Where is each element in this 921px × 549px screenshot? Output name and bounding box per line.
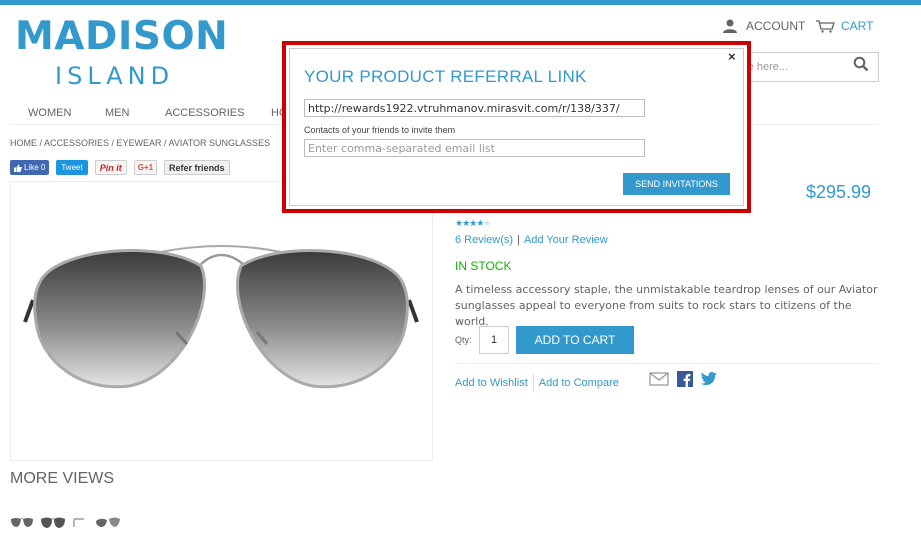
- links-separator: [532, 374, 534, 392]
- contacts-label: Contacts of your friends to invite them: [304, 125, 456, 135]
- top-accent-bar: [0, 0, 921, 5]
- cart-icon: [816, 20, 835, 33]
- facebook-like-label: Like 0: [24, 163, 46, 172]
- send-invitations-button[interactable]: SEND INVITATIONS: [623, 173, 730, 195]
- facebook-icon[interactable]: [677, 371, 693, 387]
- nav-item-women[interactable]: WOMEN: [28, 107, 71, 119]
- twitter-icon[interactable]: [701, 372, 717, 386]
- qty-input[interactable]: 1: [479, 326, 509, 354]
- twitter-tweet-button[interactable]: Tweet: [56, 160, 88, 175]
- logo-text[interactable]: MADISON: [15, 14, 228, 59]
- refer-friends-label: Refer friends: [169, 162, 225, 173]
- add-to-compare-link[interactable]: Add to Compare: [539, 377, 619, 389]
- google-plus-label: G+1: [137, 163, 154, 172]
- product-description: A timeless accessory staple, the unmista…: [455, 283, 878, 328]
- thumbs-up-icon: [14, 164, 22, 172]
- referral-link-modal: × YOUR PRODUCT REFERRAL LINK http://rewa…: [282, 41, 751, 213]
- more-views-heading: MORE VIEWS: [10, 470, 115, 487]
- cart-label: CART: [841, 19, 874, 33]
- breadcrumb[interactable]: HOME / ACCESSORIES / EYEWEAR / AVIATOR S…: [10, 138, 270, 148]
- referral-url-field[interactable]: http://rewards1922.vtruhmanov.mirasvit.c…: [304, 99, 645, 117]
- nav-item-accessories[interactable]: ACCESSORIES: [165, 107, 244, 119]
- thumbnail-2[interactable]: [40, 515, 66, 529]
- pinterest-label: Pin it: [99, 162, 122, 173]
- thumbnail-4[interactable]: [92, 515, 122, 529]
- nav-item-men[interactable]: MEN: [105, 107, 129, 119]
- add-review-link[interactable]: Add Your Review: [524, 234, 608, 246]
- close-icon[interactable]: ×: [728, 49, 736, 64]
- product-price: $295.99: [806, 182, 872, 202]
- add-to-cart-button[interactable]: ADD TO CART: [516, 326, 634, 354]
- modal-title: YOUR PRODUCT REFERRAL LINK: [304, 67, 587, 86]
- thumbnail-1[interactable]: [10, 515, 34, 529]
- social-buttons: Like 0 Tweet Pin it G+1 Refer friends: [10, 160, 230, 175]
- rating-stars-glyphs: ★★★★★: [455, 218, 491, 228]
- aviator-sunglasses-image: [23, 245, 419, 389]
- qty-label: Qty:: [455, 335, 472, 345]
- product-divider: [455, 363, 878, 364]
- email-icon[interactable]: [649, 372, 669, 386]
- google-plus-button[interactable]: G+1: [133, 160, 158, 175]
- thumbnail-3[interactable]: [72, 515, 86, 529]
- stock-status: IN STOCK: [455, 259, 512, 273]
- twitter-tweet-label: Tweet: [61, 163, 83, 172]
- product-image-frame[interactable]: [10, 181, 433, 461]
- refer-friends-button[interactable]: Refer friends: [164, 160, 230, 175]
- pinterest-button[interactable]: Pin it: [94, 160, 127, 175]
- account-link[interactable]: ACCOUNT: [722, 19, 805, 33]
- reviews-count-link[interactable]: 6 Review(s): [455, 234, 513, 246]
- search-icon[interactable]: [853, 56, 869, 72]
- review-links: 6 Review(s) | Add Your Review: [455, 234, 608, 246]
- account-icon: [723, 19, 737, 33]
- facebook-like-button[interactable]: Like 0: [10, 160, 50, 175]
- email-list-field[interactable]: Enter comma-separated email list: [304, 139, 645, 157]
- add-to-wishlist-link[interactable]: Add to Wishlist: [455, 377, 528, 389]
- logo-subtext[interactable]: ISLAND: [55, 62, 174, 90]
- account-label: ACCOUNT: [746, 19, 806, 33]
- rating-stars: ★★★★★: [455, 218, 491, 229]
- review-separator: |: [517, 234, 520, 246]
- cart-link[interactable]: CART: [815, 19, 873, 33]
- share-icons: [649, 371, 717, 387]
- product-action-links: Add to Wishlist Add to Compare: [455, 374, 619, 392]
- more-views-thumbnails: [10, 515, 122, 529]
